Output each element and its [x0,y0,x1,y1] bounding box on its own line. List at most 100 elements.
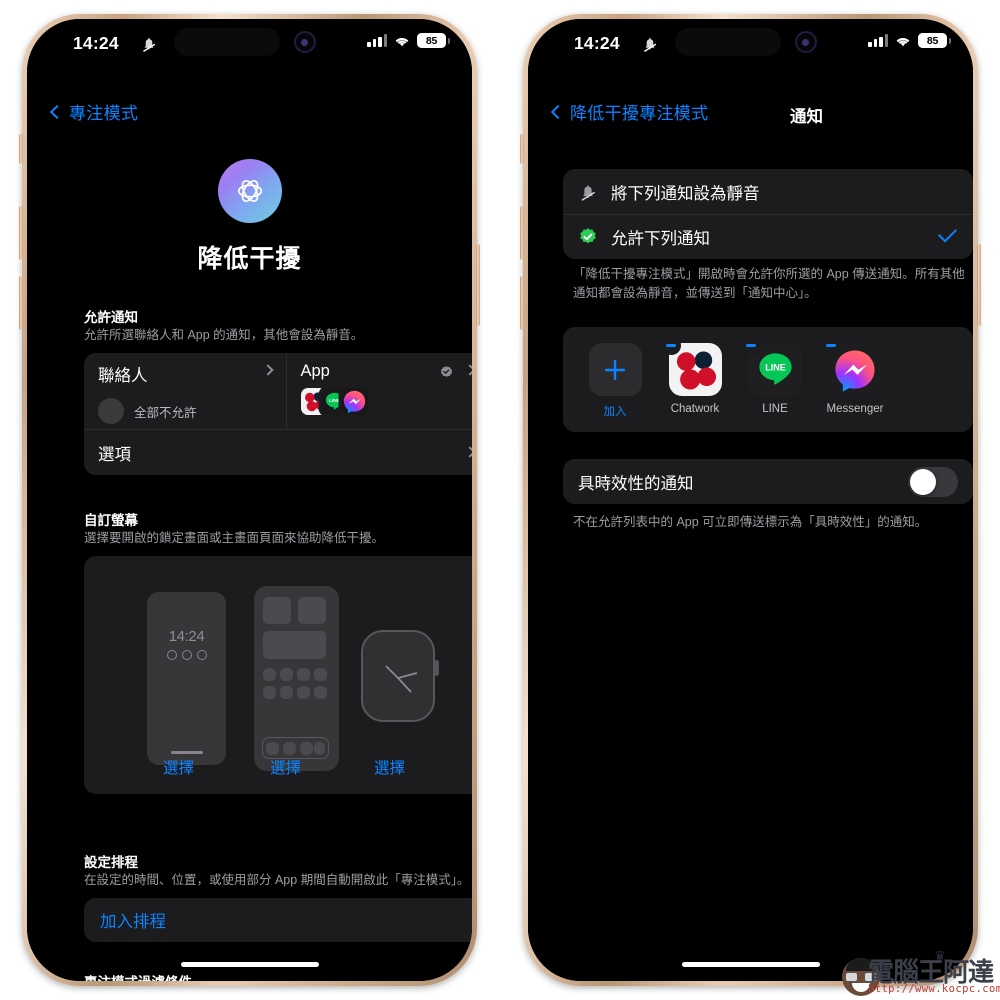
volume-down-button[interactable] [19,276,23,330]
custom-section-title: 自訂螢幕 [84,513,138,528]
iphone-device-right: 14:24 85 降低干擾專注模式 通知 將下列通知設為靜音 允許下列通知 「降… [520,14,981,986]
back-button[interactable]: 降低干擾專注模式 [550,99,709,124]
bell-slash-icon [140,35,158,53]
messenger-icon [340,388,368,416]
status-indicators: 85 [367,33,450,48]
chatwork-icon [661,336,722,396]
back-button-label: 專注模式 [69,104,139,123]
silent-switch[interactable] [19,134,23,164]
allow-notifications-section: 允許通知 允許所選聯絡人和 App 的通知，其他會設為靜音。 聯絡人 全部不允許 [84,306,473,476]
selected-checkmark-icon [937,223,958,243]
device-bezel: 14:24 [27,19,472,981]
notification-mode-description: 「降低干擾專注模式」開啟時會允許你所選的 App 傳送通知。所有其他通知都會設為… [573,267,965,300]
reduce-interruptions-focus-icon [217,159,282,223]
schedule-section-title: 設定排程 [84,855,138,870]
lock-preview-home-indicator [170,751,203,755]
status-bar: 14:24 85 [528,19,973,71]
status-indicators: 85 [868,33,951,48]
svg-text:LINE: LINE [328,398,340,404]
device-bezel: 14:24 [528,19,973,981]
back-button-label: 降低干擾專注模式 [570,104,709,123]
volume-up-button[interactable] [520,206,524,260]
silence-notifications-label: 將下列通知設為靜音 [611,184,760,203]
site-watermark: ♛ 電腦王阿達 http://www.kocpc.com.tw [842,948,1000,996]
allow-notifications-option[interactable]: 允許下列通知 [563,214,973,259]
minus-icon[interactable] [661,336,681,355]
page-title: 通知 [790,108,823,126]
custom-screens-section: 自訂螢幕 選擇要開啟的鎖定畫面或主畫面頁面來協助降低干擾。 14:24 選擇 選… [84,509,472,795]
lock-preview-widgets [147,650,226,661]
options-row[interactable]: 選項 [84,429,472,476]
watch-face-preview[interactable] [361,630,439,723]
add-schedule-label: 加入排程 [100,913,166,932]
allow-section-title: 允許通知 [84,310,138,325]
volume-up-button[interactable] [19,206,23,260]
home-indicator[interactable] [681,962,820,967]
line-icon: LINE [741,336,802,396]
empty-avatar-icon [98,398,124,425]
chevron-right-icon [464,446,472,458]
add-app-cell[interactable]: 加入 [586,343,644,419]
cellular-bars-icon [367,34,387,47]
options-label: 選項 [98,445,131,464]
focus-hero: 降低干擾 [27,159,472,275]
app-cell-line[interactable]: LINE LINE [741,336,804,415]
apps-card[interactable]: App LINE [285,353,473,430]
home-indicator[interactable] [180,962,319,967]
silent-switch[interactable] [520,134,524,164]
silence-notifications-option[interactable]: 將下列通知設為靜音 [563,169,973,214]
schedule-section-desc: 在設定的時間、位置，或使用部分 App 期間自動開啟此「專注模式」。 [84,873,470,887]
screenshot-canvas: 14:24 85 專注模式 降低干擾 允許通知 允許所選聯絡人和 App 的通知… [0,0,1000,1000]
green-check-seal-icon [580,228,596,244]
screen-right: 14:24 85 降低干擾專注模式 通知 將下列通知設為靜音 允許下列通知 「降… [528,19,973,981]
add-app-label: 加入 [603,406,627,418]
allowed-apps-icons: LINE [300,388,473,416]
watermark-url: http://www.kocpc.com.tw [868,983,1000,995]
power-button[interactable] [476,244,480,326]
time-sensitive-row[interactable]: 具時效性的通知 [563,459,973,504]
minus-icon[interactable] [741,336,761,355]
choose-home-screen-button[interactable]: 選擇 [270,756,301,778]
lock-preview-time: 14:24 [168,628,205,646]
allow-notifications-label: 允許下列通知 [611,230,710,248]
back-button[interactable]: 專注模式 [49,99,139,124]
power-button[interactable] [977,244,981,326]
app-label-line: LINE [762,403,788,415]
lock-screen-preview[interactable]: 14:24 [147,592,226,766]
minus-icon[interactable] [821,336,841,355]
people-card[interactable]: 聯絡人 全部不允許 [84,353,286,429]
svg-text:LINE: LINE [765,363,786,373]
allowed-apps-card: 加入 Chatwork LINE LINE Messenger [563,327,973,432]
front-camera-icon [293,31,316,53]
app-label-messenger: Messenger [826,403,884,415]
choose-buttons-row: 選擇 選擇 選擇 [84,756,472,780]
choose-watch-face-button[interactable]: 選擇 [374,756,405,778]
navigation-bar: 降低干擾專注模式 通知 [528,99,973,131]
battery-indicator: 85 [417,33,450,48]
messenger-icon [821,336,882,396]
front-camera-icon [794,31,817,53]
volume-down-button[interactable] [520,276,524,330]
custom-screens-card: 14:24 選擇 選擇 選擇 [84,556,472,795]
choose-lock-screen-button[interactable]: 選擇 [163,756,194,778]
status-time: 14:24 [574,33,620,53]
schedule-section: 設定排程 在設定的時間、位置，或使用部分 App 期間自動開啟此「專注模式」。 … [84,851,472,943]
bell-slash-icon [581,184,595,201]
dynamic-island [173,28,280,56]
chevron-left-icon [550,104,566,119]
add-schedule-button[interactable]: 加入排程 [84,898,472,943]
dynamic-island [674,28,781,56]
app-cell-messenger[interactable]: Messenger [821,336,884,415]
wifi-icon [395,37,409,46]
focus-filters-label: 專注模式過濾條件 [84,971,192,981]
home-screen-preview[interactable] [254,586,339,772]
notification-mode-list: 將下列通知設為靜音 允許下列通知 [563,169,973,259]
verified-seal-icon [440,366,453,378]
navigation-bar: 專注模式 [27,99,472,131]
custom-section-desc: 選擇要開啟的鎖定畫面或主畫面頁面來協助降低干擾。 [84,531,385,545]
time-sensitive-toggle[interactable] [908,466,958,497]
app-cell-chatwork[interactable]: Chatwork [661,336,724,415]
people-card-title: 聯絡人 [98,367,148,386]
status-bar: 14:24 85 [27,19,472,71]
iphone-device-left: 14:24 85 專注模式 降低干擾 允許通知 允許所選聯絡人和 App 的通知… [19,14,480,986]
